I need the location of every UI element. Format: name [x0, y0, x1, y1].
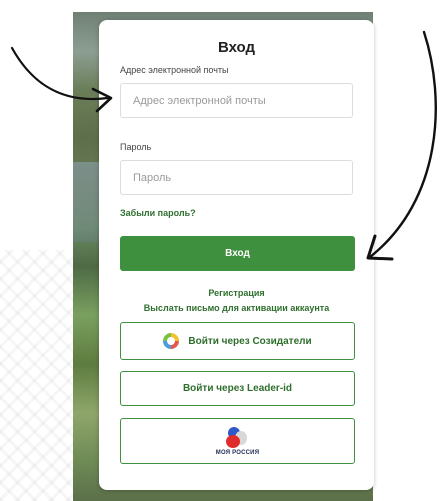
sozdateli-login-button[interactable]: Войти через Созидатели [120, 322, 355, 360]
moya-rossiya-login-button[interactable]: МОЯ РОССИЯ [120, 418, 355, 464]
moya-rossiya-icon [226, 426, 248, 449]
resend-activation-link[interactable]: Выслать письмо для активации аккаунта [99, 303, 374, 313]
email-label: Адрес электронной почты [120, 65, 229, 75]
sozdateli-button-label: Войти через Созидатели [188, 335, 312, 347]
leader-id-login-button[interactable]: Войти через Leader-id [120, 371, 355, 406]
login-button[interactable]: Вход [120, 236, 355, 271]
password-label: Пароль [120, 142, 152, 152]
moya-rossiya-logo: МОЯ РОССИЯ [215, 426, 260, 456]
leader-id-button-label: Войти через Leader-id [182, 383, 293, 394]
email-field[interactable] [120, 83, 353, 118]
login-card: Вход Адрес электронной почты Пароль Забы… [99, 20, 374, 490]
page-title: Вход [217, 39, 256, 56]
register-link[interactable]: Регистрация [99, 288, 374, 298]
forgot-password-link[interactable]: Забыли пароль? [120, 208, 196, 218]
sozdateli-icon [163, 333, 180, 349]
moya-rossiya-logo-text: МОЯ РОССИЯ [215, 449, 260, 456]
password-field[interactable] [120, 160, 353, 195]
